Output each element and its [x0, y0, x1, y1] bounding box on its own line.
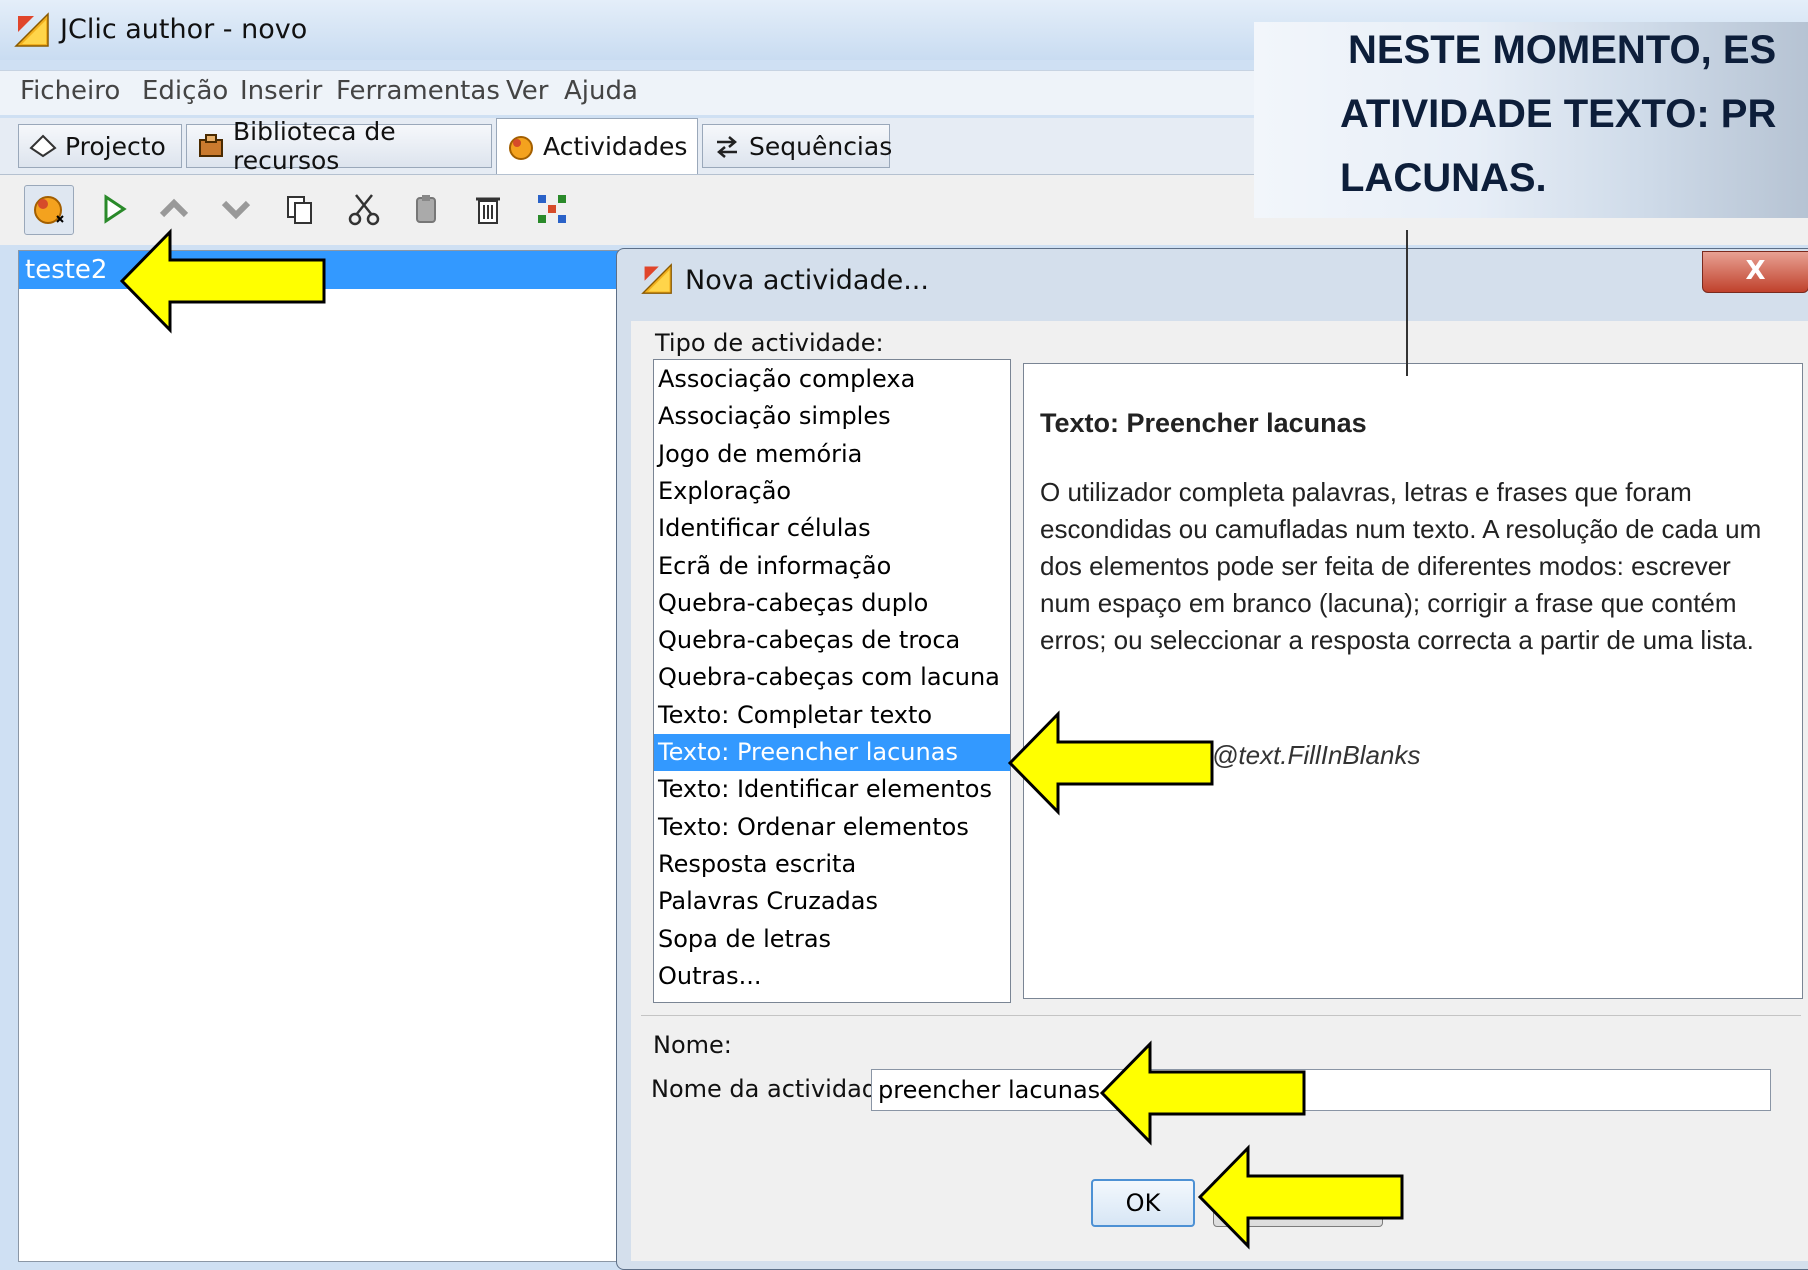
dialog-divider — [641, 1015, 1801, 1016]
jclic-app-icon — [14, 12, 49, 47]
activity-item-teste2[interactable]: teste2 — [19, 251, 649, 289]
activity-type-item[interactable]: Exploração — [654, 473, 1010, 510]
tab-projecto-label: Projecto — [65, 131, 166, 161]
activity-type-item[interactable]: Quebra-cabeças duplo — [654, 585, 1010, 622]
close-icon: X — [1745, 256, 1766, 286]
menu-edicao[interactable]: Edição — [142, 76, 228, 106]
delete-button[interactable] — [464, 185, 512, 233]
callout-line-1: NESTE MOMENTO, ES — [1348, 28, 1777, 72]
activity-type-item[interactable]: Associação complexa — [654, 361, 1010, 398]
arrow-pointer-icon — [1098, 1040, 1308, 1146]
project-icon — [29, 134, 57, 158]
menu-ajuda[interactable]: Ajuda — [564, 76, 638, 106]
move-down-icon — [221, 200, 251, 220]
activity-type-list[interactable]: Associação complexa Associação simples Jog… — [653, 359, 1011, 1003]
menu-ver[interactable]: Ver — [506, 76, 548, 106]
paste-icon — [416, 195, 436, 223]
instruction-callout: NESTE MOMENTO, ES ATIVIDADE TEXTO: PR LA… — [1254, 22, 1808, 218]
arrow-pointer-icon — [1196, 1142, 1406, 1252]
activity-type-item[interactable]: Identificar células — [654, 510, 1010, 547]
activity-type-item[interactable]: Quebra-cabeças com lacuna — [654, 659, 1010, 696]
activity-type-item[interactable]: Sopa de letras — [654, 921, 1010, 958]
activity-type-item[interactable]: Palavras Cruzadas — [654, 883, 1010, 920]
tab-projecto[interactable]: Projecto — [18, 124, 182, 168]
callout-connector-line — [1406, 230, 1408, 376]
activity-description-panel: Texto: Preencher lacunas O utilizador co… — [1023, 363, 1803, 999]
dialog-close-button[interactable]: X — [1702, 251, 1808, 293]
ok-button[interactable]: OK — [1091, 1179, 1195, 1227]
tab-actividades-label: Actividades — [543, 132, 688, 161]
activity-type-item[interactable]: Resposta escrita — [654, 846, 1010, 883]
menu-ferramentas[interactable]: Ferramentas — [336, 76, 500, 106]
tab-biblioteca[interactable]: Biblioteca de recursos — [186, 117, 492, 175]
activity-type-item[interactable]: Quebra-cabeças de troca — [654, 622, 1010, 659]
tab-actividades[interactable]: Actividades — [496, 118, 698, 174]
tab-biblioteca-label: Biblioteca de recursos — [233, 117, 396, 175]
activity-type-item[interactable]: Jogo de memória — [654, 436, 1010, 473]
dialog-title: Nova actividade... — [685, 265, 929, 296]
arrow-pointer-icon — [1006, 708, 1216, 818]
copy-icon — [287, 196, 312, 224]
activity-type-item[interactable]: Outras... — [654, 958, 1010, 995]
activity-type-label: Tipo de actividade: — [655, 329, 884, 357]
name-group-label: Nome: — [653, 1031, 732, 1059]
callout-line-3: LACUNAS. — [1340, 156, 1547, 200]
grid-button[interactable] — [528, 185, 576, 233]
description-text: O utilizador completa palavras, letras e… — [1040, 477, 1762, 655]
cut-button[interactable] — [340, 185, 388, 233]
grid-icon — [538, 195, 566, 223]
paste-button[interactable] — [402, 185, 450, 233]
name-field-label: Nome da actividade — [651, 1075, 892, 1103]
delete-icon — [476, 197, 500, 224]
jclic-dialog-icon — [641, 263, 672, 294]
activity-name-input[interactable]: preencher lacunas — [871, 1069, 1771, 1111]
activity-type-item[interactable]: Texto: Completar texto — [654, 697, 1010, 734]
menu-inserir[interactable]: Inserir — [240, 76, 322, 106]
new-activity-button[interactable] — [24, 185, 74, 235]
sequences-icon — [717, 136, 737, 158]
activity-type-item[interactable]: Texto: Ordenar elementos — [654, 809, 1010, 846]
callout-line-2: ATIVIDADE TEXTO: PR — [1340, 92, 1777, 136]
activities-icon — [509, 135, 533, 160]
window-title: JClic author - novo — [60, 14, 308, 45]
tab-sequencias-label: Sequências — [749, 131, 893, 161]
activity-type-item[interactable]: Associação simples — [654, 398, 1010, 435]
activity-type-item[interactable]: Texto: Identificar elementos — [654, 771, 1010, 808]
activities-list-panel: teste2 — [18, 250, 650, 1262]
move-up-icon — [159, 198, 189, 218]
new-activity-icon — [34, 196, 64, 224]
menu-ficheiro[interactable]: Ficheiro — [20, 76, 120, 106]
cut-icon — [348, 194, 380, 226]
activity-type-item[interactable]: Ecrã de informação — [654, 548, 1010, 585]
library-icon — [199, 134, 223, 157]
tab-sequencias[interactable]: Sequências — [702, 124, 893, 168]
play-icon — [104, 194, 127, 224]
arrow-pointer-icon — [118, 226, 328, 336]
dialog-titlebar: Nova actividade... X — [617, 249, 1808, 315]
activity-class-name: @text.FillInBlanks — [1212, 740, 1421, 770]
activity-type-item[interactable]: Texto: Preencher lacunas — [654, 734, 1010, 771]
description-title: Texto: Preencher lacunas — [1040, 408, 1367, 438]
